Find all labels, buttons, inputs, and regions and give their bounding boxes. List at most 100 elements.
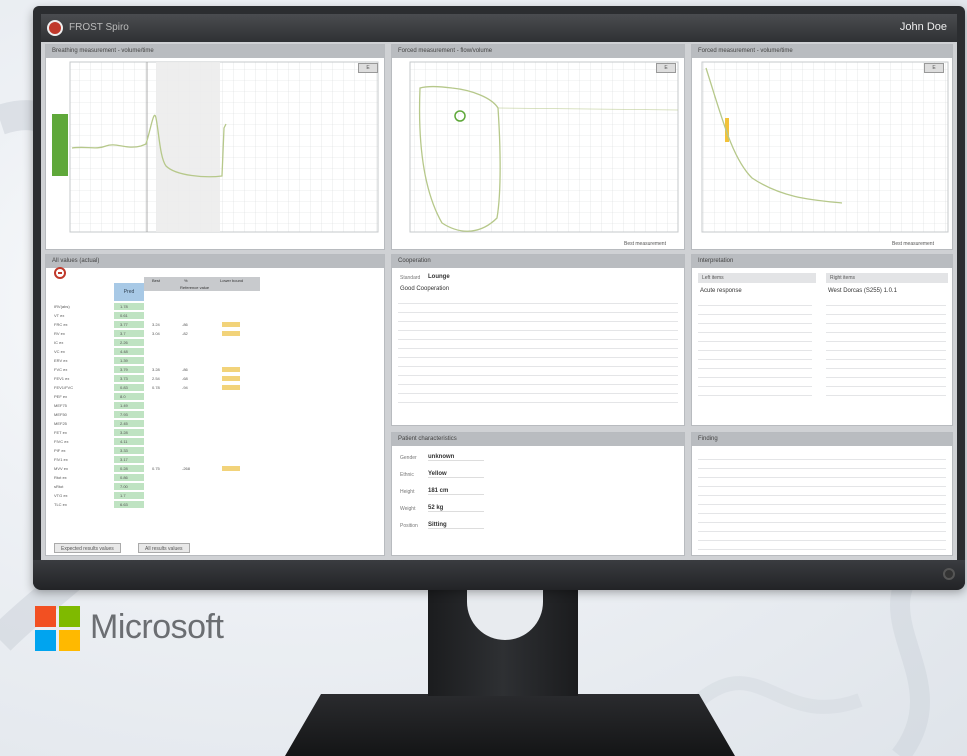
tab-all-results[interactable]: All results values [138, 543, 190, 553]
chart-export-button[interactable]: E [656, 63, 676, 73]
pred-value: 3.79 [120, 367, 128, 372]
chart-export-button[interactable]: E [924, 63, 944, 73]
pred-value: 4.11 [120, 439, 128, 444]
pred-value: 3.28 [120, 430, 128, 435]
table-row[interactable]: VT ex 0.61 [52, 312, 260, 319]
finding-lines[interactable] [698, 451, 946, 550]
panel-title: Patient characteristics [392, 433, 684, 446]
pred-cell: 1.49 [114, 402, 144, 409]
flow-volume-panel: Forced measurement - flow/volume E Best … [391, 44, 685, 250]
table-row[interactable]: TLC ex 6.63 [52, 501, 260, 508]
table-row[interactable]: FRC ex 3.77 3.24 -86 [52, 321, 260, 328]
table-row[interactable]: IC ex 2.26 [52, 339, 260, 346]
all-values-panel: All values (actual) Pred Best % Lower bo… [45, 254, 385, 556]
cooperation-comment[interactable]: Good Cooperation [400, 286, 449, 292]
pred-cell: 3.7 [114, 330, 144, 337]
panel-title: All values (actual) [46, 255, 384, 268]
table-row[interactable]: MEF25 2.45 [52, 420, 260, 427]
best-columns-header: Best % Lower bound Reference value [144, 277, 260, 291]
pred-cell: 3.79 [114, 366, 144, 373]
table-row[interactable]: ERV ex 1.39 [52, 357, 260, 364]
patient-field-value[interactable]: unknown [428, 454, 484, 461]
pct-value: -268 [182, 466, 191, 471]
table-row[interactable]: Rtot ex 0.86 [52, 474, 260, 481]
row-name: MEF25 [54, 421, 67, 426]
lln-flag [222, 322, 240, 327]
lln-flag [222, 367, 240, 372]
chart-legend: Best measurement [892, 241, 934, 247]
table-row[interactable]: MVV ex 0.28 0.75 -268 [52, 465, 260, 472]
volume-time-panel: Forced measurement - volume/time E Best … [691, 44, 953, 250]
row-name: FEV1 ex [54, 376, 70, 381]
panel-title: Forced measurement - flow/volume [392, 45, 684, 58]
pred-value: 8.0 [120, 394, 126, 399]
table-row[interactable]: FIVC ex 4.11 [52, 438, 260, 445]
patient-panel: Patient characteristics Gender unknown Eth… [391, 432, 685, 556]
table-row[interactable]: FIV1 ex 3.17 [52, 456, 260, 463]
best-column-label: Best [152, 278, 161, 283]
cooperation-value[interactable]: Lounge [428, 274, 450, 280]
app-name[interactable]: FROST Spiro [69, 22, 129, 33]
chart-legend: Best measurement [624, 241, 666, 247]
pred-cell: 4.11 [114, 438, 144, 445]
table-row[interactable]: MEF75 1.49 [52, 402, 260, 409]
pred-value: 1.49 [120, 403, 128, 408]
pred-cell: 7.93 [114, 411, 144, 418]
patient-field-value[interactable]: Yellow [428, 471, 484, 478]
pred-cell: 0.86 [114, 474, 144, 481]
volume-time-chart[interactable] [692, 58, 952, 248]
table-row[interactable]: FVC ex 3.79 3.28 -86 [52, 366, 260, 373]
pred-value: 2.45 [120, 421, 128, 426]
table-row[interactable]: PIF ex 3.33 [52, 447, 260, 454]
reference-dropdown[interactable]: Reference value [180, 285, 209, 290]
interpretation-right-value[interactable]: West Dorcas (S255) 1.0.1 [828, 288, 897, 294]
table-row[interactable]: VC ex 4.48 [52, 348, 260, 355]
app-logo-icon [47, 20, 63, 36]
user-menu[interactable]: John Doe [900, 21, 947, 33]
pred-value: 3.73 [120, 376, 128, 381]
lln-flag [222, 376, 240, 381]
pred-cell: 1.78 [114, 303, 144, 310]
table-row[interactable]: IRV(abs) 1.78 [52, 303, 260, 310]
tab-expected-results[interactable]: Expected results values [54, 543, 121, 553]
table-row[interactable]: VTG ex 1.7 [52, 492, 260, 499]
pred-value: 0.86 [120, 475, 128, 480]
patient-field-value[interactable]: 181 cm [428, 488, 484, 495]
table-row[interactable]: RV ex 3.7 3.04 -82 [52, 330, 260, 337]
flow-volume-chart[interactable] [392, 58, 684, 248]
row-name: MVV ex [54, 466, 69, 471]
row-name: Rtot ex [54, 475, 67, 480]
pred-value: 1.78 [120, 304, 128, 309]
pred-cell: 0.83 [114, 384, 144, 391]
pred-cell: 8.0 [114, 393, 144, 400]
patient-field-value[interactable]: Sitting [428, 522, 484, 529]
table-row[interactable]: PEF ex 8.0 [52, 393, 260, 400]
row-name: IC ex [54, 340, 64, 345]
power-button-icon[interactable] [943, 568, 955, 580]
chart-export-button[interactable]: E [358, 63, 378, 73]
pct-value: -86 [182, 322, 188, 327]
monitor-stand-base [285, 694, 735, 756]
pred-value: 6.63 [120, 502, 128, 507]
pred-cell: 4.48 [114, 348, 144, 355]
pred-column-header[interactable]: Pred [114, 283, 144, 301]
row-name: RV ex [54, 331, 65, 336]
patient-field-label: Weight [400, 506, 416, 512]
pred-value: 0.61 [120, 313, 128, 318]
table-row[interactable]: FET ex 3.28 [52, 429, 260, 436]
best-value: 2.54 [152, 376, 160, 381]
breathing-chart[interactable] [46, 58, 384, 248]
right-lines [826, 297, 946, 396]
monitor-bezel-bottom [33, 560, 965, 590]
interpretation-left-value[interactable]: Acute response [700, 288, 742, 294]
row-name: VTG ex [54, 493, 68, 498]
table-row[interactable]: MEF50 7.93 [52, 411, 260, 418]
table-row[interactable]: FEV1 ex 3.73 2.54 -68 [52, 375, 260, 382]
pct-column-label: % [184, 278, 188, 283]
table-row[interactable]: sRtot 7.00 [52, 483, 260, 490]
table-row[interactable]: FEV1/FVC 0.83 0.78 -94 [52, 384, 260, 391]
pred-cell: 1.7 [114, 492, 144, 499]
patient-field-value[interactable]: 52 kg [428, 505, 484, 512]
pred-value: 7.00 [120, 484, 128, 489]
pred-value: 0.83 [120, 385, 128, 390]
